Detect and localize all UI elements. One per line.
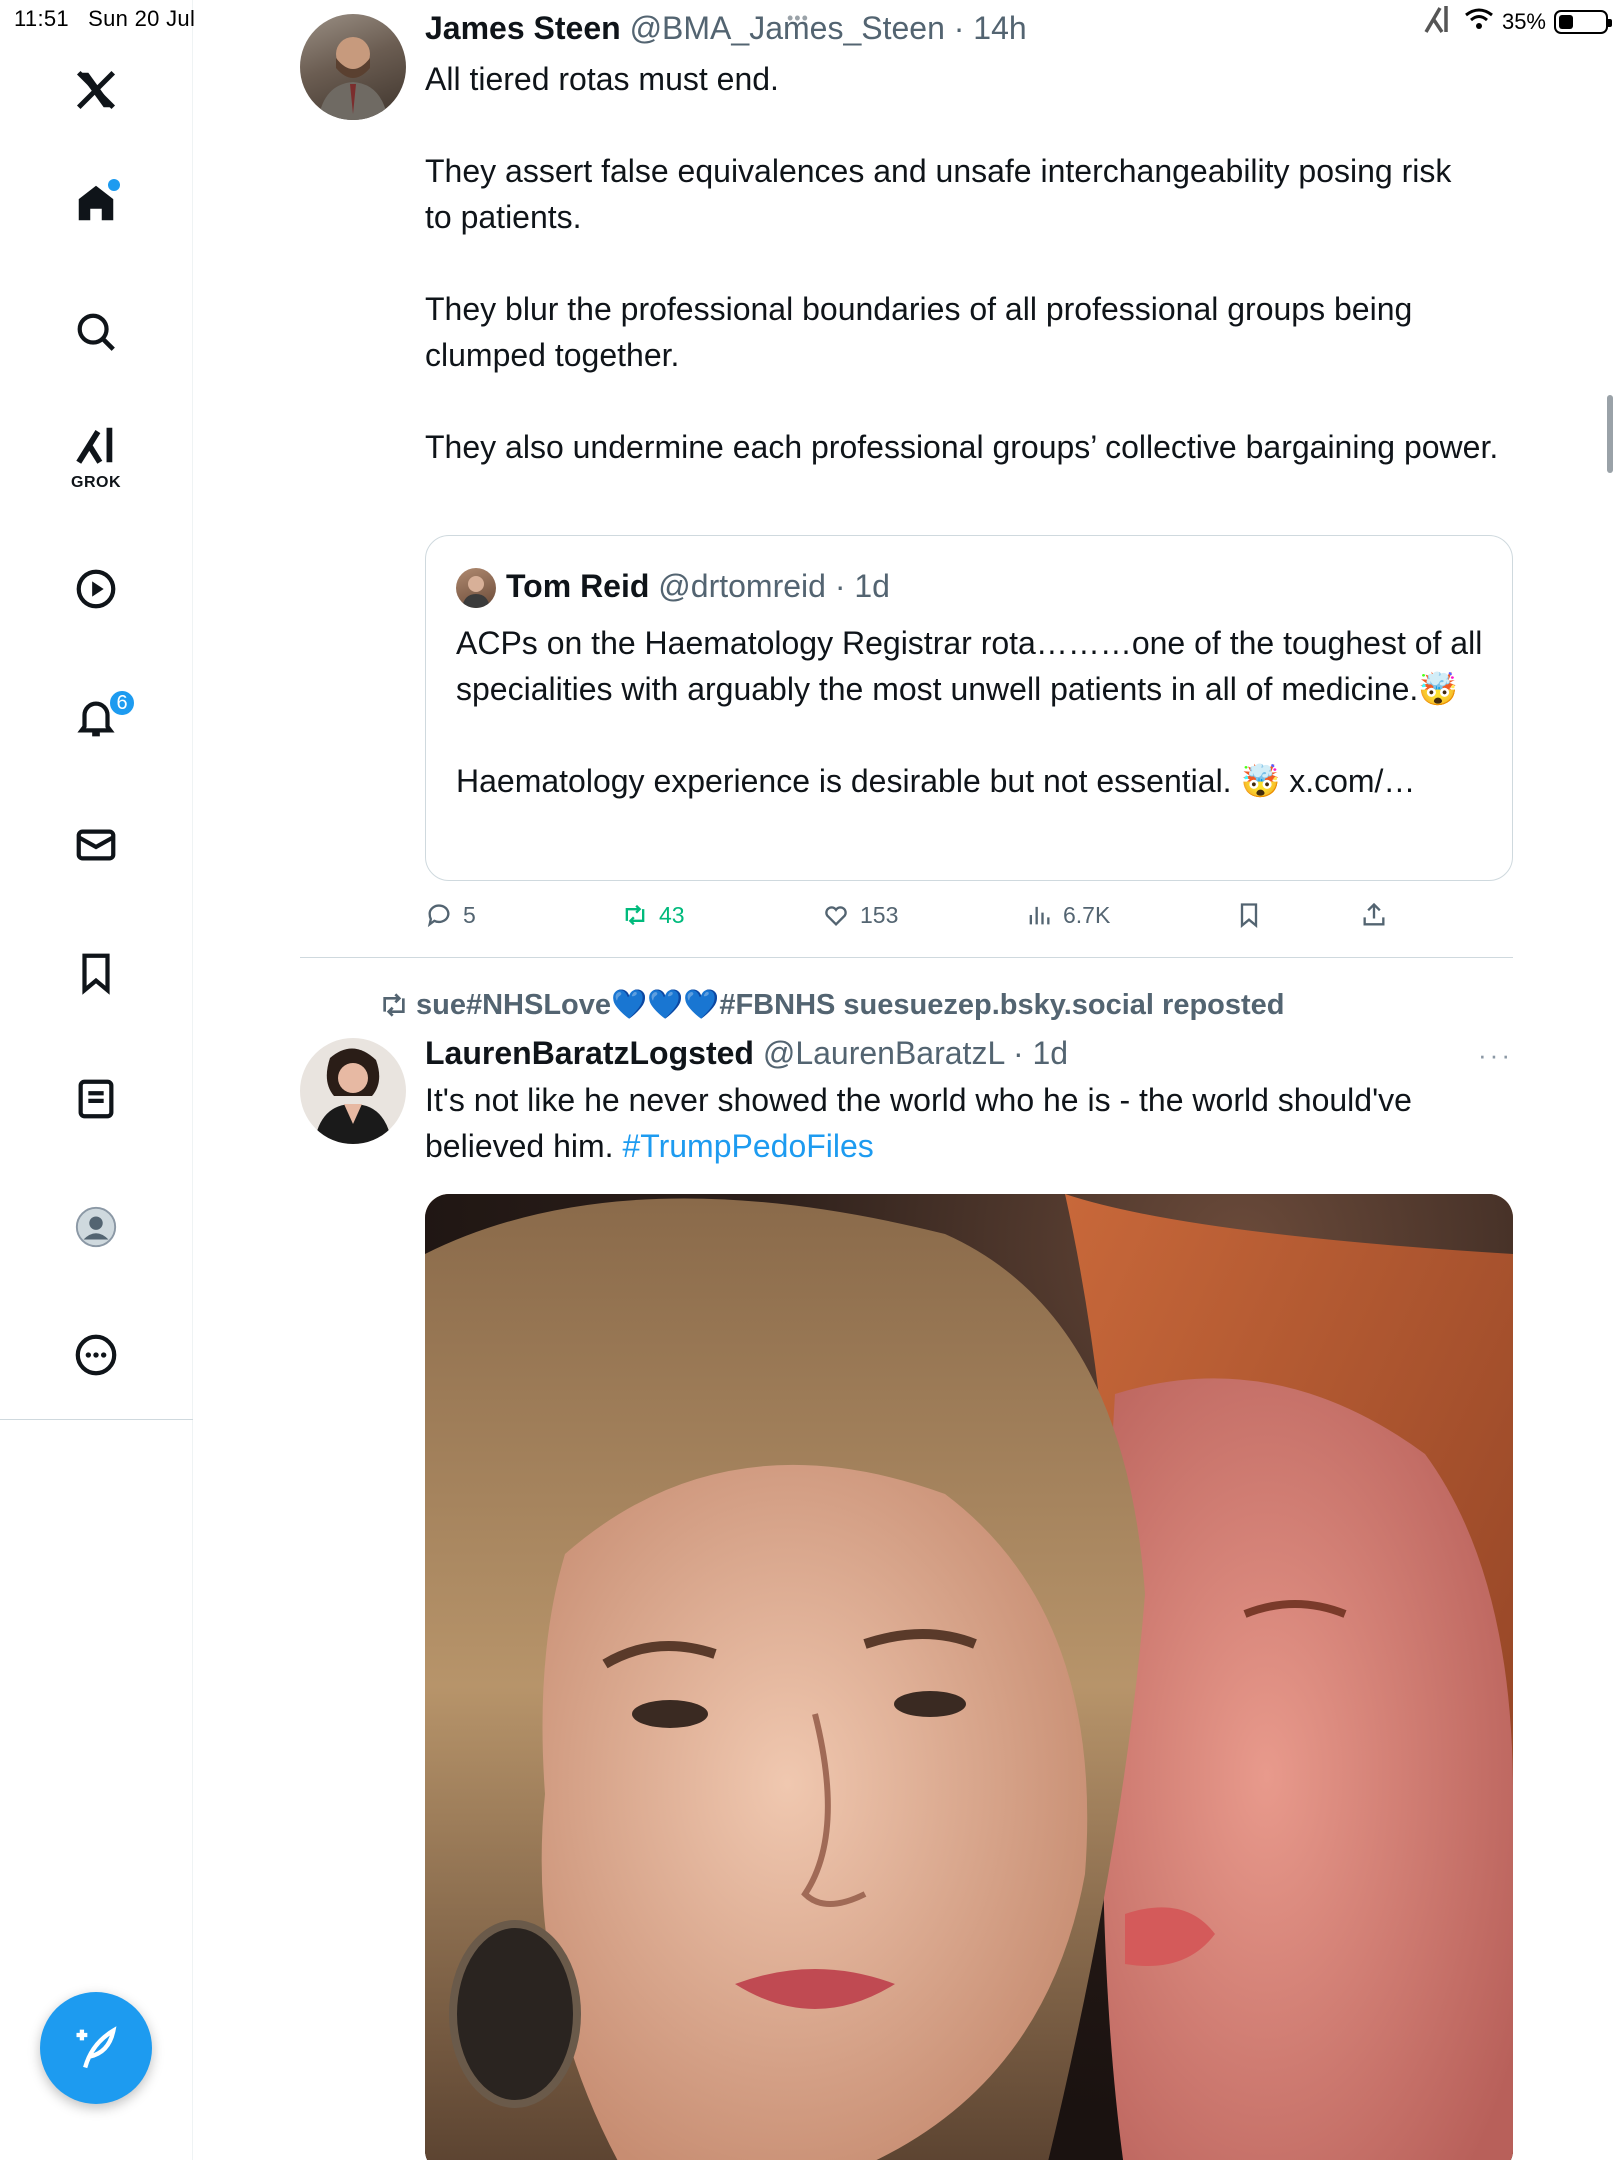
tweet-image[interactable]	[425, 1194, 1513, 2160]
quoted-text: ACPs on the Haematology Registrar rota………	[456, 620, 1486, 804]
tweet-paragraph: They also undermine each professional gr…	[425, 429, 1499, 465]
home-icon[interactable]	[60, 167, 132, 239]
tweet-paragraph: All tiered rotas must end.	[425, 61, 779, 97]
hashtag-link[interactable]: #TrumpPedoFiles	[622, 1128, 873, 1164]
battery-percent: 35%	[1501, 9, 1546, 34]
bookmark-icon	[1240, 903, 1258, 928]
tweet[interactable]: James Steen @BMA_James_Steen · 14h All t…	[193, 0, 1523, 958]
avatar[interactable]	[300, 1038, 406, 1144]
grok-icon[interactable]: GROK	[60, 418, 132, 491]
views-button[interactable]: 6.7K	[1025, 895, 1110, 935]
video-icon[interactable]	[60, 553, 132, 625]
tweet-text-content: It's not like he never showed the world …	[425, 1082, 1412, 1164]
quoted-tweet[interactable]: Tom Reid @drtomreid · 1d ACPs on the Hae…	[425, 535, 1513, 881]
like-button[interactable]: 153	[822, 895, 898, 935]
tweet-paragraph: They assert false equivalences and unsaf…	[425, 153, 1452, 235]
quoted-paragraph: Haematology experience is desirable but …	[456, 763, 1416, 799]
more-icon[interactable]	[60, 1319, 132, 1391]
compose-post-button[interactable]	[40, 1992, 152, 2104]
repost-count: 43	[659, 901, 685, 928]
quoted-header: Tom Reid @drtomreid · 1d	[506, 568, 890, 604]
multitasking-dots-icon[interactable]: •••	[787, 8, 809, 29]
search-icon[interactable]	[60, 296, 132, 368]
profile-icon[interactable]	[60, 1191, 132, 1263]
tweet-divider	[300, 957, 1513, 958]
views-icon	[1029, 906, 1050, 925]
scrollbar[interactable]	[1607, 395, 1613, 473]
lists-icon[interactable]	[60, 1063, 132, 1135]
reply-icon	[427, 904, 450, 928]
status-time: 11:51 Sun 20 Jul	[14, 6, 196, 31]
tweet-text: It's not like he never showed the world …	[425, 1077, 1500, 1169]
reply-button[interactable]: 5	[425, 895, 476, 935]
bookmark-button[interactable]	[1235, 895, 1263, 935]
grok-status-icon	[1422, 4, 1456, 40]
quoted-avatar	[456, 568, 496, 608]
repost-indicator-icon	[383, 993, 405, 1017]
repost-button[interactable]: 43	[621, 895, 685, 935]
quoted-author-name: Tom Reid	[506, 568, 650, 604]
notifications-icon[interactable]: 6	[60, 681, 136, 753]
bookmarks-icon[interactable]	[60, 937, 132, 1009]
sidebar-divider	[0, 1419, 193, 1420]
compose-post-icon	[76, 2026, 117, 2069]
quoted-author-handle: @drtomreid	[658, 568, 826, 604]
status-right: 35%	[1422, 4, 1612, 40]
share-icon	[1363, 902, 1385, 926]
heart-icon	[825, 906, 847, 926]
tweet-text: All tiered rotas must end. They assert f…	[425, 56, 1513, 470]
home-new-dot	[108, 179, 120, 191]
tweet-actions: 5 43 153 6.7K	[425, 895, 1513, 935]
views-count: 6.7K	[1063, 901, 1111, 928]
timeline: James Steen @BMA_James_Steen · 14h All t…	[193, 0, 1613, 2160]
repost-icon	[625, 904, 645, 926]
like-count: 153	[860, 901, 899, 928]
author-handle[interactable]: @LaurenBaratzL	[763, 1035, 1004, 1071]
tweet-time[interactable]: 1d	[1032, 1035, 1068, 1071]
repost-indicator: sue#NHSLove💙💙💙#FBNHS suesuezep.bsky.soci…	[378, 988, 1285, 1022]
quoted-time: 1d	[854, 568, 890, 604]
battery-icon	[1554, 10, 1612, 34]
tweet-header: LaurenBaratzLogsted @LaurenBaratzL · 1d	[425, 1035, 1069, 1071]
share-button[interactable]	[1360, 895, 1388, 935]
reply-count: 5	[463, 901, 476, 928]
wifi-icon	[1464, 7, 1494, 37]
tweet-paragraph: They blur the professional boundaries of…	[425, 291, 1413, 373]
sidebar: GROK 6	[0, 0, 193, 2160]
status-bar: 11:51 Sun 20 Jul ••• 35%	[0, 0, 1620, 40]
notifications-badge: 6	[108, 689, 136, 717]
repost-by-text[interactable]: sue#NHSLove💙💙💙#FBNHS suesuezep.bsky.soci…	[416, 988, 1285, 1022]
grok-label: GROK	[71, 474, 121, 491]
x-logo-icon[interactable]	[60, 54, 132, 126]
quoted-paragraph: ACPs on the Haematology Registrar rota………	[456, 625, 1483, 707]
more-options-icon[interactable]: ···	[1478, 1040, 1513, 1071]
author-name[interactable]: LaurenBaratzLogsted	[425, 1035, 754, 1071]
messages-icon[interactable]	[60, 809, 132, 881]
